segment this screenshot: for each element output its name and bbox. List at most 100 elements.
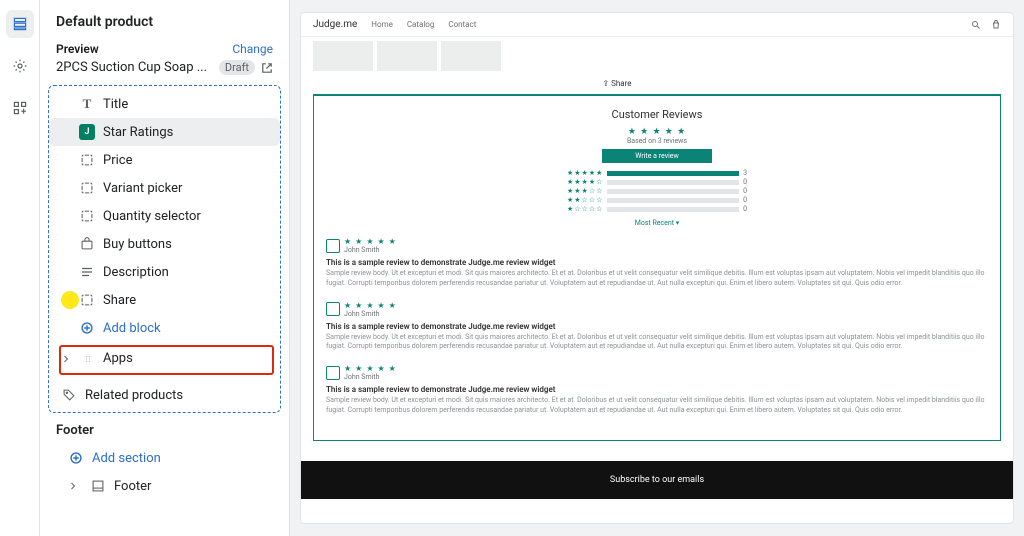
tree-item-label: Title [103,97,128,112]
rating-bar-row[interactable]: ★★★★★ 3 [567,169,747,177]
store-brand[interactable]: Judge.me [313,19,357,30]
review-body: Sample review body. Ut et excepturi et m… [326,333,988,353]
tree-item-label: Description [103,265,169,280]
apps-rail-icon[interactable] [6,94,34,122]
drag-handle-icon[interactable] [83,354,95,364]
sections-rail-icon[interactable] [6,10,34,38]
tree-item-label: Add block [103,321,161,336]
change-link[interactable]: Change [232,42,273,56]
tree-item-label: Quantity selector [103,209,201,224]
share-label[interactable]: Share [611,79,631,88]
product-name: 2PCS Suction Cup Soap ... [56,60,213,75]
review-entry: ★ ★ ★ ★ ★ John Smith This is a sample re… [326,301,988,353]
review-title: This is a sample review to demonstrate J… [326,322,988,331]
chevron-right-icon [61,354,75,364]
rating-bar-row[interactable]: ★★☆☆☆ 0 [567,196,747,204]
block-icon [79,208,95,224]
review-entry: ★ ★ ★ ★ ★ John Smith This is a sample re… [326,237,988,289]
nav-catalog[interactable]: Catalog [407,20,435,29]
add-section-footer[interactable]: Add section [56,444,273,472]
apps-label: Apps [103,351,133,366]
stars-icon: ★★★★☆ [567,178,603,186]
footer-group: Footer Add section Footer [40,413,289,504]
tree-section-related[interactable]: Related products [49,381,280,409]
tree-item-share[interactable]: Share [49,286,280,314]
rating-bar-row[interactable]: ★★★★☆ 0 [567,178,747,186]
bar-track [607,171,739,176]
bar-track [607,189,739,194]
stars-icon: ★★★☆☆ [567,187,603,195]
avatar-icon [326,239,340,253]
review-body: Sample review body. Ut et excepturi et m… [326,396,988,416]
nav-home[interactable]: Home [371,20,393,29]
chevron-right-icon [68,481,82,491]
block-icon [79,292,95,308]
review-body: Sample review body. Ut et excepturi et m… [326,269,988,289]
external-link-icon[interactable] [261,62,273,74]
review-title: This is a sample review to demonstrate J… [326,385,988,394]
nav-contact[interactable]: Contact [448,20,476,29]
tree-item-label: Share [103,293,136,308]
tree-item-price[interactable]: Price [49,146,280,174]
tree-section-apps[interactable]: Apps [49,345,280,372]
reviews-title: Customer Reviews [326,108,988,121]
tree-item-description[interactable]: Description [49,258,280,286]
storefront-footer: Subscribe to our emails [301,461,1013,499]
reviews-widget: Customer Reviews ★ ★ ★ ★ ★ Based on 3 re… [313,94,1001,441]
tree-item-quantity-selector[interactable]: Quantity selector [49,202,280,230]
rating-bar-row[interactable]: ★☆☆☆☆ 0 [567,205,747,213]
entry-stars-icon: ★ ★ ★ ★ ★ [344,237,397,246]
tree-item-label: Buy buttons [103,237,172,252]
preview-canvas: Judge.me Home Catalog Contact ⇪ Share Cu… [290,0,1024,536]
tree-item-title[interactable]: T Title [49,90,280,118]
entry-stars-icon: ★ ★ ★ ★ ★ [344,301,397,310]
bar-track [607,198,739,203]
bar-count: 0 [743,196,747,204]
section-tree: T Title JStar Ratings Price Variant picker Qu… [48,85,281,413]
thumbnail[interactable] [377,41,437,71]
rating-bars: ★★★★★ 3 ★★★★☆ 0 ★★★☆☆ 0 ★★☆☆☆ 0 ★☆☆☆☆ 0 [567,169,747,213]
add-section[interactable]: Add section [49,409,280,413]
footer-section-item[interactable]: Footer [56,472,273,500]
review-username: John Smith [344,373,397,381]
search-icon[interactable] [971,20,981,30]
tree-item-add-block[interactable]: Add block [49,314,280,342]
thumbnail[interactable] [313,41,373,71]
avatar-icon [326,366,340,380]
tree-item-star-ratings[interactable]: JStar Ratings [49,118,280,146]
stars-icon: ★★★★★ [567,169,603,177]
stars-icon: ★★☆☆☆ [567,196,603,204]
cart-icon[interactable] [991,20,1001,30]
plus-icon [79,320,95,336]
add-section-label: Add section [92,451,161,466]
template-title: Default product [40,0,289,34]
draft-badge: Draft [219,60,255,75]
preview-label: Preview [56,42,99,56]
highlight-dot [61,291,79,309]
bar-count: 0 [743,205,747,213]
tag-icon [61,387,77,403]
tree-item-variant-picker[interactable]: Variant picker [49,174,280,202]
preview-meta: Preview Change 2PCS Suction Cup Soap ...… [40,34,289,79]
text-icon: T [79,96,95,112]
settings-rail-icon[interactable] [6,52,34,80]
block-icon [79,180,95,196]
review-title: This is a sample review to demonstrate J… [326,258,988,267]
write-review-button[interactable]: Write a review [602,149,712,163]
stars-icon: ★☆☆☆☆ [567,205,603,213]
bar-track [607,180,739,185]
cart-icon [79,236,95,252]
overall-stars-icon: ★ ★ ★ ★ ★ [326,127,988,137]
sort-dropdown[interactable]: Most Recent ▾ [326,219,988,227]
review-username: John Smith [344,310,397,318]
rating-bar-row[interactable]: ★★★☆☆ 0 [567,187,747,195]
bar-count: 0 [743,187,747,195]
description-icon [79,264,95,280]
tree-item-label: Price [103,153,132,168]
newsletter-title: Subscribe to our emails [610,475,704,485]
icon-rail [0,0,40,536]
review-list: ★ ★ ★ ★ ★ John Smith This is a sample re… [326,237,988,416]
tree-item-buy-buttons[interactable]: Buy buttons [49,230,280,258]
tree-item-label: Variant picker [103,181,182,196]
thumbnail[interactable] [441,41,501,71]
